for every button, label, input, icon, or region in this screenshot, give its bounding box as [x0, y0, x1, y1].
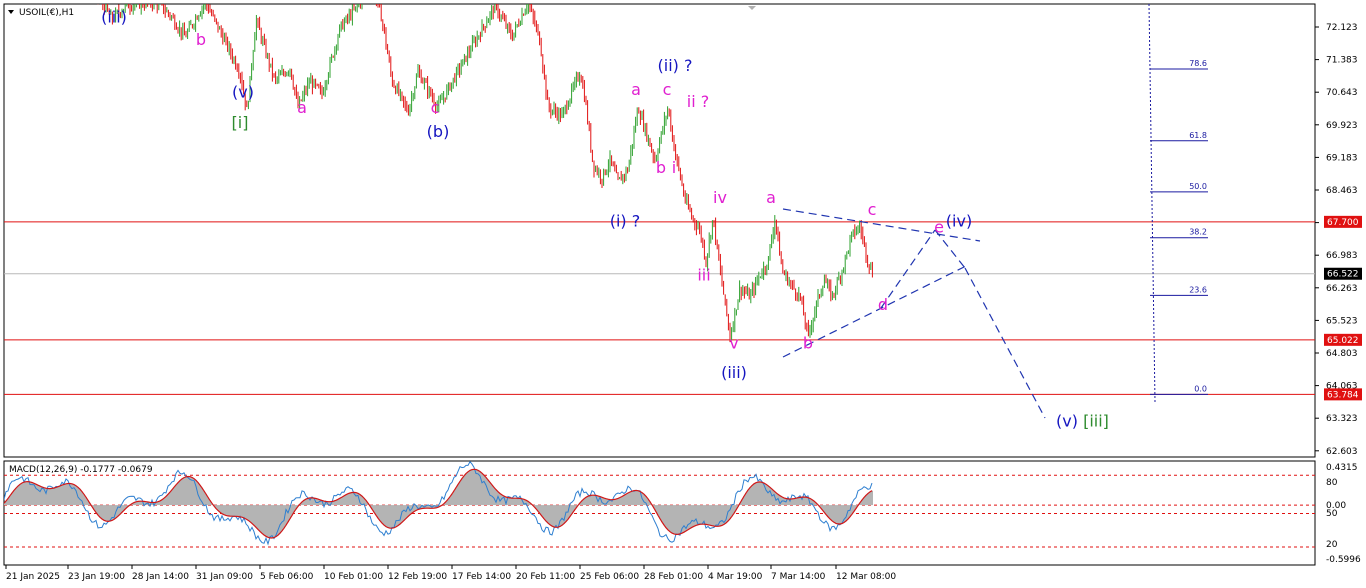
wave-label: (v) — [232, 83, 254, 102]
time-tick-label: 31 Jan 09:00 — [196, 572, 253, 582]
time-tick-label: 17 Feb 14:00 — [452, 572, 511, 582]
price-tick-label: 66.983 — [1326, 251, 1358, 261]
symbol-title: USOIL(€),H1 — [19, 8, 74, 18]
time-tick-label: 10 Feb 01:00 — [324, 572, 383, 582]
wave-label: c — [868, 200, 877, 219]
macd-tick-label: 0.4315 — [1326, 463, 1358, 473]
price-tick-label: 71.383 — [1326, 56, 1358, 66]
macd-title: MACD(12,26,9) -0.1777 -0.0679 — [9, 465, 153, 475]
fibonacci-level-label: 23.6 — [1189, 285, 1207, 294]
wave-label: i — [672, 158, 676, 177]
fibonacci-level-label: 78.6 — [1189, 59, 1207, 68]
wave-label: a — [631, 80, 641, 99]
fibonacci-level-label: 38.2 — [1189, 228, 1207, 237]
level-price-label: 67.700 — [1327, 218, 1359, 228]
price-tick-label: 69.183 — [1326, 153, 1358, 163]
time-tick-label: 25 Feb 06:00 — [580, 572, 639, 582]
time-tick-label: 4 Mar 19:00 — [708, 572, 763, 582]
time-tick-label: 28 Jan 14:00 — [132, 572, 189, 582]
wave-label: (b) — [427, 122, 450, 141]
wave-label: (v) — [1056, 411, 1078, 430]
price-tick-label: 70.643 — [1326, 88, 1358, 98]
wave-label: (i) ? — [610, 212, 641, 231]
price-tick-label: 65.523 — [1326, 316, 1358, 326]
price-tick-label: 64.803 — [1326, 349, 1358, 359]
price-tick-label: 63.323 — [1326, 414, 1358, 424]
price-tick-label: 72.123 — [1326, 23, 1358, 33]
macd-tick-label: 80 — [1326, 478, 1338, 488]
wave-label: iii — [697, 265, 710, 284]
fibonacci-level-label: 61.8 — [1189, 131, 1207, 140]
wave-label: [iii] — [1083, 411, 1109, 430]
wave-label: c — [431, 98, 440, 117]
wave-label: a — [297, 98, 307, 117]
macd-tick-label: 20 — [1326, 540, 1338, 550]
wave-label: v — [729, 334, 738, 353]
macd-tick-label: 50 — [1326, 509, 1338, 519]
wave-label: c — [663, 80, 672, 99]
macd-tick-label: -0.5996 — [1326, 555, 1361, 565]
time-tick-label: 5 Feb 06:00 — [260, 572, 314, 582]
current-price-label: 66.522 — [1327, 270, 1359, 280]
time-tick-label: 12 Mar 08:00 — [836, 572, 896, 582]
chart: 78.6 61.8 50.0 38.2 23.6 0.0 (iii) b (v) [i] a c (b… — [3, 3, 1362, 582]
wave-label: (ii) ? — [658, 56, 693, 75]
time-tick-label: 28 Feb 01:00 — [644, 572, 703, 582]
price-axis: 72.123 71.383 70.643 69.923 69.183 68.463 67.7… — [1315, 23, 1362, 565]
time-tick-label: 21 Jan 2025 — [6, 572, 60, 582]
wave-label: e — [934, 217, 944, 236]
level-price-label: 65.022 — [1327, 336, 1359, 346]
price-tick-label: 69.923 — [1326, 121, 1358, 131]
wave-label: b — [196, 30, 206, 49]
price-tick-label: 68.463 — [1326, 186, 1358, 196]
wave-label: (iv) — [946, 212, 972, 231]
wave-label: b — [656, 158, 666, 177]
wave-label: (iii) — [101, 8, 127, 27]
wave-label: ii ? — [687, 92, 709, 111]
wave-label: b — [803, 334, 813, 353]
wave-label: d — [878, 295, 888, 314]
time-tick-label: 12 Feb 19:00 — [388, 572, 447, 582]
fibonacci-level-label: 0.0 — [1194, 384, 1207, 393]
level-price-label: 63.784 — [1327, 390, 1359, 400]
wave-label: (iii) — [721, 363, 747, 382]
price-tick-label: 66.263 — [1326, 284, 1358, 294]
wave-label: iv — [713, 188, 727, 207]
fibonacci-level-label: 50.0 — [1189, 182, 1207, 191]
time-axis: 21 Jan 2025 23 Jan 19:00 28 Jan 14:00 31 Ja… — [5, 565, 896, 582]
wave-label: [i] — [232, 113, 249, 132]
time-tick-label: 23 Jan 19:00 — [68, 572, 125, 582]
wave-label: a — [766, 188, 776, 207]
time-tick-label: 7 Mar 14:00 — [771, 572, 826, 582]
time-tick-label: 20 Feb 11:00 — [516, 572, 575, 582]
price-tick-label: 62.603 — [1326, 447, 1358, 457]
